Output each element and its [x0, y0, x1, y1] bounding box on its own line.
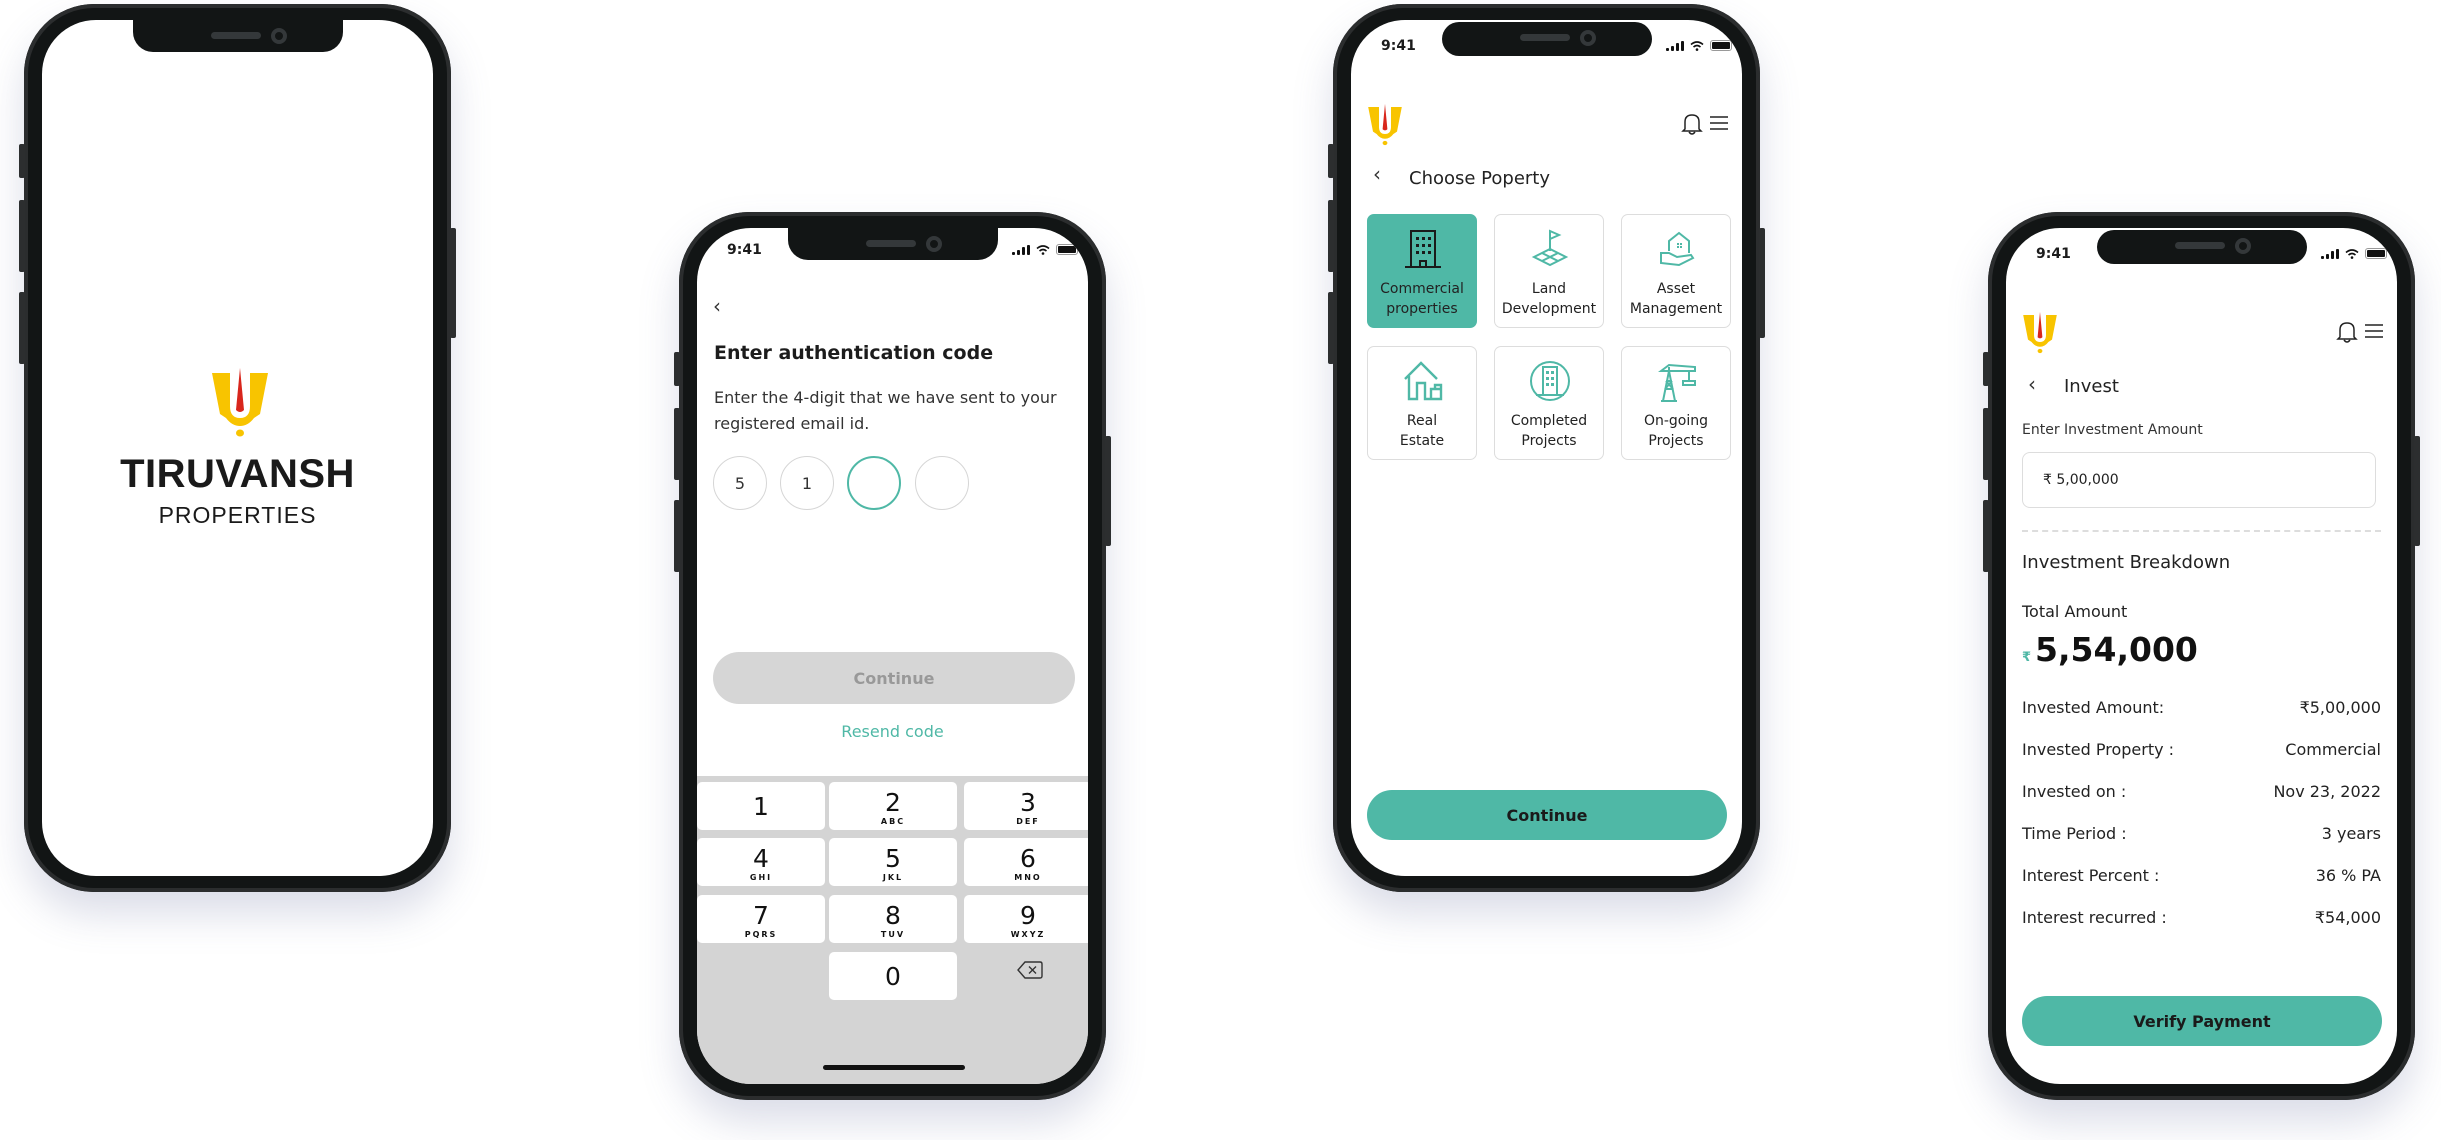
battery-icon [1710, 40, 1732, 51]
phone-auth: 9:41 ‹ Enter authentication code Enter t… [674, 212, 1111, 1100]
auth-description: Enter the 4-digit that we have sent to y… [714, 388, 1057, 433]
key-1[interactable]: 1 [697, 782, 825, 830]
tile-commercial-properties[interactable]: Commercial properties [1367, 214, 1477, 328]
choose-property-screen: 9:41 ‹ Choose Poperty Commercial properti… [1351, 20, 1742, 876]
hand-house-icon [1660, 231, 1695, 267]
key-7[interactable]: 7 PQRS [697, 895, 825, 943]
verify-payment-button[interactable]: Verify Payment [2022, 996, 2382, 1046]
back-chevron-icon[interactable]: ‹ [2028, 372, 2036, 396]
key-6[interactable]: 6 MNO [964, 838, 1088, 886]
hamburger-menu-icon[interactable] [1709, 114, 1729, 132]
tile-ongoing-projects[interactable]: On-going Projects [1621, 346, 1731, 460]
splash-screen: TIRUVANSH PROPERTIES [42, 20, 433, 876]
status-bar: 9:41 [697, 228, 1088, 272]
breakdown-row: Interest recurred : ₹54,000 [2022, 908, 2381, 927]
back-chevron-icon[interactable]: ‹ [713, 294, 721, 318]
key-8[interactable]: 8 TUV [829, 895, 957, 943]
wifi-icon [2345, 248, 2359, 259]
tile-real-estate[interactable]: Real Estate [1367, 346, 1477, 460]
tile-land-development[interactable]: Land Development [1494, 214, 1604, 328]
key-4[interactable]: 4 GHI [697, 838, 825, 886]
phone-splash: TIRUVANSH PROPERTIES [19, 4, 456, 892]
rupee-icon: ₹ [2022, 650, 2032, 665]
breakdown-title: Investment Breakdown [2022, 552, 2231, 573]
bell-icon[interactable] [1681, 112, 1703, 136]
battery-icon [2365, 248, 2387, 259]
status-time: 9:41 [2036, 246, 2071, 262]
brand-subtitle: PROPERTIES [158, 502, 317, 528]
divider [2022, 530, 2381, 532]
signal-icon [1012, 244, 1030, 255]
brand-logo-icon[interactable] [2022, 308, 2058, 358]
numeric-keypad: 1 2 ABC 3 DEF 4 GHI 5 JKL 6 MNO 7 PQRS 8 TUV 9W… [697, 776, 1088, 1084]
total-amount-label: Total Amount [2022, 602, 2128, 621]
office-building-icon [1405, 230, 1441, 268]
tile-completed-projects[interactable]: Completed Projects [1494, 346, 1604, 460]
breakdown-row: Invested on : Nov 23, 2022 [2022, 782, 2381, 801]
continue-button[interactable]: Continue [1367, 790, 1727, 840]
breakdown-row: Invested Property : Commercial [2022, 740, 2381, 759]
otp-digit-3[interactable] [847, 456, 901, 510]
breakdown-row: Invested Amount: ₹5,00,000 [2022, 698, 2381, 717]
status-bar: 9:41 [2006, 228, 2397, 272]
battery-icon [1056, 244, 1078, 255]
phone-invest: 9:41 ‹ Invest Enter Investment Amount ₹ … [1983, 212, 2420, 1100]
key-9[interactable]: 9 WXYZ [964, 895, 1088, 943]
otp-digit-4[interactable] [915, 456, 969, 510]
brand-logo-icon[interactable] [1367, 100, 1403, 150]
signal-icon [1666, 40, 1684, 51]
building-circle-icon [1530, 361, 1570, 401]
key-5[interactable]: 5 JKL [829, 838, 957, 886]
investment-amount-input[interactable]: ₹ 5,00,000 [2022, 452, 2376, 508]
notch [133, 20, 343, 52]
page-title: Invest [2064, 376, 2119, 397]
tile-asset-management[interactable]: Asset Management [1621, 214, 1731, 328]
house-icon [1404, 361, 1443, 401]
resend-code-link[interactable]: Resend code [697, 722, 1088, 741]
status-time: 9:41 [727, 242, 762, 258]
invest-screen: 9:41 ‹ Invest Enter Investment Amount ₹ … [2006, 228, 2397, 1084]
crane-icon [1658, 363, 1696, 402]
breakdown-row: Time Period :3 years [2022, 824, 2381, 843]
key-2[interactable]: 2 ABC [829, 782, 957, 830]
status-time: 9:41 [1381, 38, 1416, 54]
land-flag-icon [1531, 229, 1569, 267]
auth-title: Enter authentication code [714, 342, 994, 364]
otp-digit-1[interactable]: 5 [713, 456, 767, 510]
home-indicator [823, 1065, 965, 1070]
brand-name: TIRUVANSH [120, 452, 355, 496]
key-0[interactable]: 0 [829, 952, 957, 1000]
signal-icon [2321, 248, 2339, 259]
continue-button-disabled[interactable]: Continue [713, 652, 1075, 704]
total-amount-value: ₹5,54,000 [2022, 630, 2198, 669]
breakdown-row: Interest Percent :36 % PA [2022, 866, 2381, 885]
status-bar: 9:41 [1351, 20, 1742, 64]
otp-digit-2[interactable]: 1 [780, 456, 834, 510]
amount-label: Enter Investment Amount [2022, 422, 2203, 438]
back-chevron-icon[interactable]: ‹ [1373, 162, 1381, 186]
page-title: Choose Poperty [1409, 168, 1551, 189]
bell-icon[interactable] [2336, 320, 2358, 344]
hamburger-menu-icon[interactable] [2364, 322, 2384, 340]
wifi-icon [1690, 40, 1704, 51]
auth-screen: 9:41 ‹ Enter authentication code Enter t… [697, 228, 1088, 1084]
backspace-icon[interactable] [1017, 960, 1043, 980]
key-3[interactable]: 3 DEF [964, 782, 1088, 830]
brand-logo-icon [210, 368, 270, 438]
wifi-icon [1036, 244, 1050, 255]
phone-choose-property: 9:41 ‹ Choose Poperty Commercial properti… [1328, 4, 1765, 892]
